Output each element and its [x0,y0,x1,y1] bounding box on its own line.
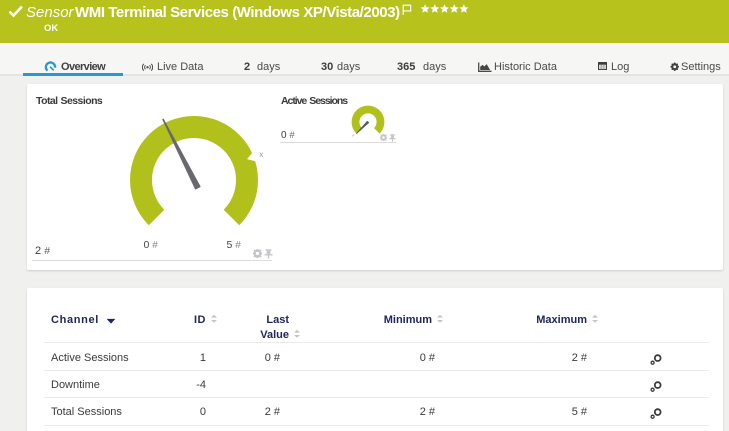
svg-text:x: x [259,150,263,159]
